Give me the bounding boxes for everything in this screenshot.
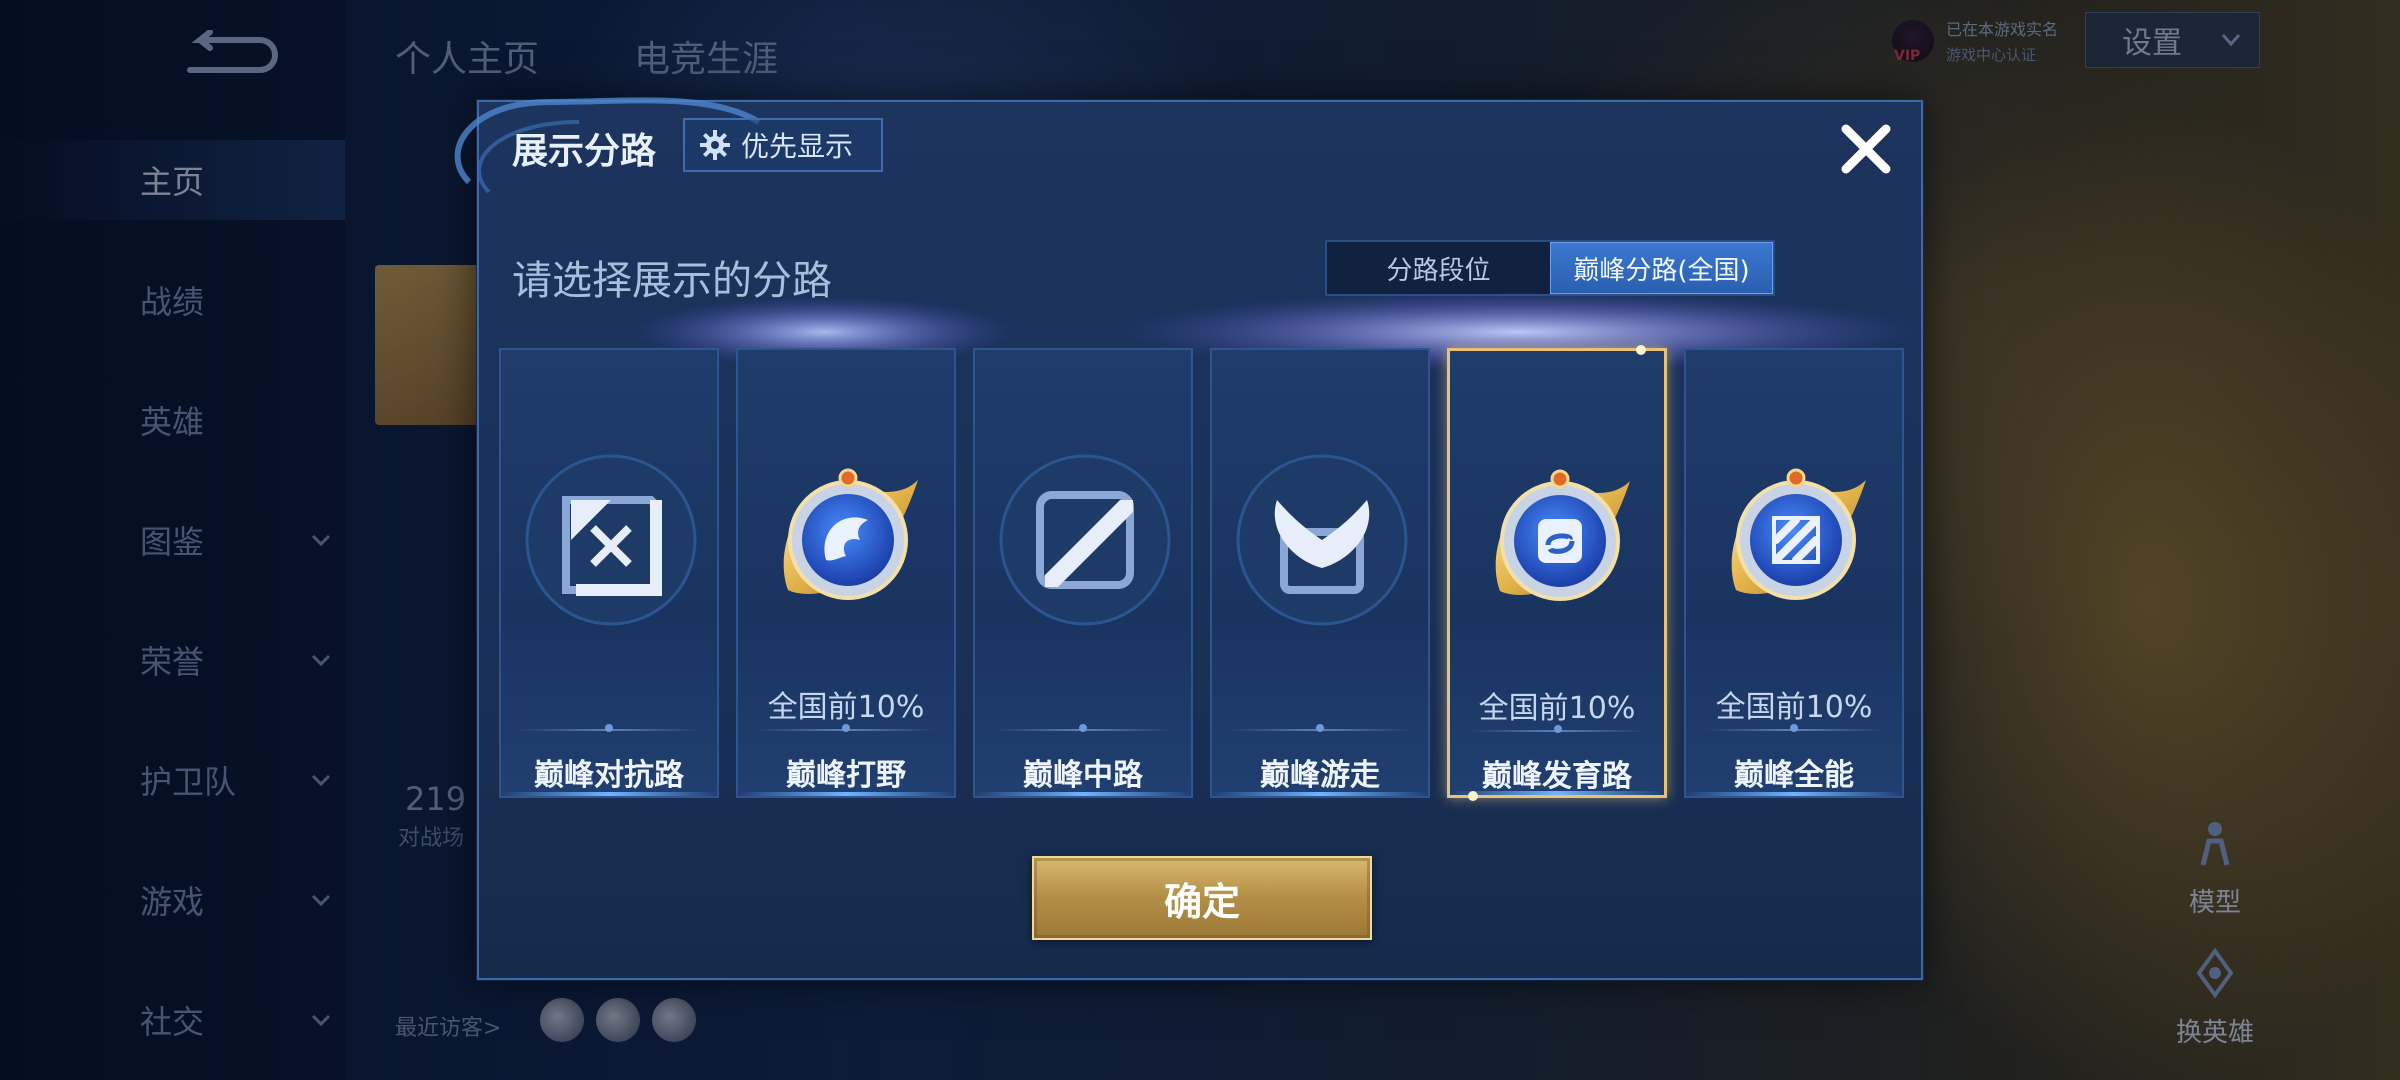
close-button[interactable] — [1831, 114, 1901, 184]
lane-card-name: 巅峰对抗路 — [534, 758, 684, 793]
priority-display-button[interactable]: 优先显示 — [683, 118, 883, 172]
lane-card-name: 巅峰打野 — [786, 758, 906, 793]
lane-display-dialog: 展示分路 优先显示 请选择展示的分路 分路段位 巅峰分路(全国) 巅峰对抗路 全… — [454, 97, 1923, 980]
mid-lane-emblem-icon — [985, 440, 1185, 640]
lane-card-name: 巅峰发育路 — [1482, 759, 1632, 794]
lane-card[interactable]: 巅峰中路 — [973, 348, 1193, 798]
lane-card-name: 巅峰全能 — [1734, 758, 1854, 793]
card-bottom-glow — [738, 792, 954, 796]
dialog-subtitle: 请选择展示的分路 — [512, 258, 832, 304]
lane-card-name: 巅峰中路 — [1023, 758, 1143, 793]
card-bottom-glow — [1212, 792, 1428, 796]
card-bottom-glow — [975, 792, 1191, 796]
lane-card-rank: 全国前10% — [767, 690, 925, 725]
card-divider-dot — [1316, 724, 1324, 732]
card-divider-dot — [1790, 724, 1798, 732]
card-bottom-glow — [1450, 791, 1664, 795]
lane-card[interactable]: 全国前10% 巅峰发育路 — [1447, 345, 1667, 801]
close-icon — [1841, 124, 1891, 174]
card-bottom-glow — [501, 792, 717, 796]
lane-card[interactable]: 巅峰游走 — [1210, 348, 1430, 798]
toggle-lane-rank[interactable]: 分路段位 — [1327, 242, 1550, 294]
jungle-dragon-emblem-icon — [748, 440, 948, 640]
lane-card-list: 巅峰对抗路 全国前10% 巅峰打野 巅峰中路 巅峰游走 全国前10% 巅峰发育路 全国前10%… — [499, 345, 1909, 801]
lane-mode-toggle: 分路段位 巅峰分路(全国) — [1325, 240, 1775, 296]
lane-card[interactable]: 全国前10% 巅峰全能 — [1684, 348, 1904, 798]
gear-icon — [700, 130, 730, 160]
card-divider-dot — [842, 724, 850, 732]
lane-card-rank: 全国前10% — [1715, 690, 1873, 725]
dialog-title: 展示分路 — [512, 131, 657, 172]
all-round-emblem-icon — [1696, 440, 1896, 640]
card-divider-dot — [1554, 725, 1562, 733]
selection-corner-dot — [1468, 791, 1478, 801]
selection-corner-dot — [1636, 345, 1646, 355]
confirm-button[interactable]: 确定 — [1032, 856, 1372, 940]
card-divider-dot — [1079, 724, 1087, 732]
card-divider-dot — [605, 724, 613, 732]
lane-card-name: 巅峰游走 — [1260, 758, 1380, 793]
card-bottom-glow — [1686, 792, 1902, 796]
roam-wings-emblem-icon — [1222, 440, 1422, 640]
lane-card[interactable]: 巅峰对抗路 — [499, 348, 719, 798]
lane-card-rank: 全国前10% — [1478, 691, 1636, 726]
farm-lane-emblem-icon — [1460, 441, 1660, 641]
priority-display-label: 优先显示 — [741, 130, 854, 163]
lane-card[interactable]: 全国前10% 巅峰打野 — [736, 348, 956, 798]
clash-lane-emblem-icon — [511, 440, 711, 640]
toggle-peak-lane-national[interactable]: 巅峰分路(全国) — [1550, 242, 1773, 294]
